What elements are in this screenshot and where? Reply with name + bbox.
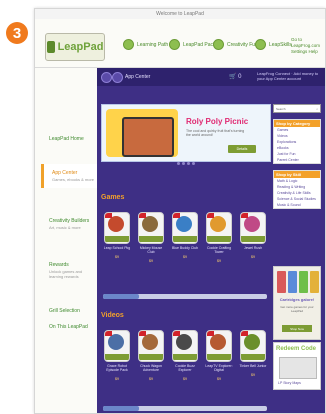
game-item[interactable]: Mickey Mouse Club $9	[137, 212, 165, 263]
app-tile	[240, 212, 266, 244]
nav-creativity-fun[interactable]: Creativity Fun	[213, 39, 258, 50]
games-scrollbar-thumb[interactable]	[103, 294, 140, 299]
nav-learning-path[interactable]: Learning Path	[123, 39, 168, 50]
window-title: Welcome to LeapPad	[156, 11, 204, 17]
banner-art	[106, 109, 178, 157]
shop-by-skill: Shop by Skill Math & Logic Reading & Wri…	[273, 170, 321, 209]
videos-row: Grace Robot Episode Pack $9 Chuck Wagon A…	[103, 330, 267, 381]
game-item[interactable]: Blue Buddy Club $9	[171, 212, 199, 263]
app-tile	[206, 212, 232, 244]
app-tile	[138, 212, 164, 244]
game-item[interactable]: Cookie Crafting Tower $9	[205, 212, 233, 263]
app-tile	[104, 212, 130, 244]
nav-leapskills[interactable]: LeapSkills	[255, 39, 292, 50]
tablet-icon	[122, 117, 174, 157]
device-icon	[46, 41, 55, 53]
code-card-image	[279, 357, 317, 379]
step-badge: 3	[6, 22, 28, 44]
pack-icon	[169, 39, 180, 50]
shop-now-button[interactable]: Shop Now	[282, 325, 312, 332]
nav-leappad-pack[interactable]: LeapPad Pack	[169, 39, 216, 50]
games-scrollbar[interactable]	[103, 294, 267, 299]
games-section-title[interactable]: Games	[101, 194, 124, 201]
sidebar-item-grill[interactable]: Grill Selection	[49, 308, 80, 314]
app-center-title: App Center	[125, 74, 151, 80]
page-links[interactable]: Go to LeapFrog.com Settings Help	[291, 37, 320, 55]
account-info[interactable]: LeapFrog Connect · Add money to your App…	[257, 71, 319, 81]
forward-icon[interactable]	[112, 72, 123, 83]
search-icon[interactable]: ⌕	[316, 107, 318, 111]
leappad-logo[interactable]: LeapPad	[45, 33, 105, 61]
app-tile	[240, 330, 266, 362]
video-item[interactable]: Cookie Buzz Explorer $9	[171, 330, 199, 381]
skills-icon	[255, 39, 266, 50]
videos-scrollbar-thumb[interactable]	[103, 406, 140, 411]
game-item[interactable]: Jewel Rush $9	[239, 212, 267, 263]
path-icon	[123, 39, 134, 50]
sidebar-item-home[interactable]: LeapPad Home	[49, 136, 84, 142]
app-tile	[172, 330, 198, 362]
redeem-code-promo[interactable]: Redeem Code LP Story Maps	[273, 342, 321, 390]
sidebar-item-rewards[interactable]: Rewards Unlock games and learning rewards	[49, 262, 97, 279]
app-window: Welcome to LeapPad LeapPad Learning Path…	[34, 8, 326, 414]
sidebar: LeapPad Home App Center Games, ebooks & m…	[35, 68, 104, 413]
story-maps-link[interactable]: LP Story Maps	[278, 381, 301, 385]
videos-scrollbar[interactable]	[103, 406, 267, 411]
top-navigation: LeapPad Learning Path LeapPad Pack Creat…	[35, 19, 325, 68]
videos-section-title[interactable]: Videos	[101, 312, 124, 319]
app-center-panel: App Center 🛒 0 LeapFrog Connect · Add mo…	[97, 68, 325, 413]
search-input[interactable]: Search ⌕	[273, 104, 321, 113]
banner-title: Roly Poly Picnic	[186, 117, 249, 126]
sidebar-item-on-leappad[interactable]: On This LeapPad	[49, 324, 88, 330]
banner-details-button[interactable]: Details	[228, 145, 256, 153]
video-item[interactable]: LeapTV Explorer: Digital $9	[205, 330, 233, 381]
skill-link[interactable]: Music & Sound	[274, 202, 320, 208]
game-item[interactable]: Leap School Pkg $9	[103, 212, 131, 263]
shop-by-category: Shop by Category Games Videos Exploratio…	[273, 119, 321, 164]
carousel-dots[interactable]	[177, 162, 195, 165]
banner-desc: The cool and quirky fruit that's turning…	[186, 129, 245, 137]
video-item[interactable]: Tinker Bell Junior $9	[239, 330, 267, 381]
app-tile	[206, 330, 232, 362]
sidebar-item-creativity[interactable]: Creativity Builders Art, music & more	[49, 218, 89, 230]
cart-icon[interactable]: 🛒 0	[229, 73, 241, 80]
cartridge-boxes	[277, 271, 319, 293]
category-link[interactable]: Parent Center	[274, 157, 320, 163]
back-icon[interactable]	[101, 72, 112, 83]
cartridges-promo[interactable]: Cartridges galore! Get more games for yo…	[273, 266, 321, 340]
video-item[interactable]: Grace Robot Episode Pack $9	[103, 330, 131, 381]
app-tile	[172, 212, 198, 244]
sidebar-item-app-center[interactable]: App Center Games, ebooks & more	[41, 164, 104, 188]
app-tile	[138, 330, 164, 362]
featured-banner[interactable]: Roly Poly Picnic The cool and quirky fru…	[101, 104, 271, 162]
app-center-header: App Center 🛒 0 LeapFrog Connect · Add mo…	[97, 68, 325, 86]
games-row: Leap School Pkg $9 Mickey Mouse Club $9 Bl…	[103, 212, 267, 263]
video-item[interactable]: Chuck Wagon Adventure $9	[137, 330, 165, 381]
app-tile	[104, 330, 130, 362]
right-column: Search ⌕ Shop by Category Games Videos Ex…	[273, 104, 321, 209]
palette-icon	[213, 39, 224, 50]
